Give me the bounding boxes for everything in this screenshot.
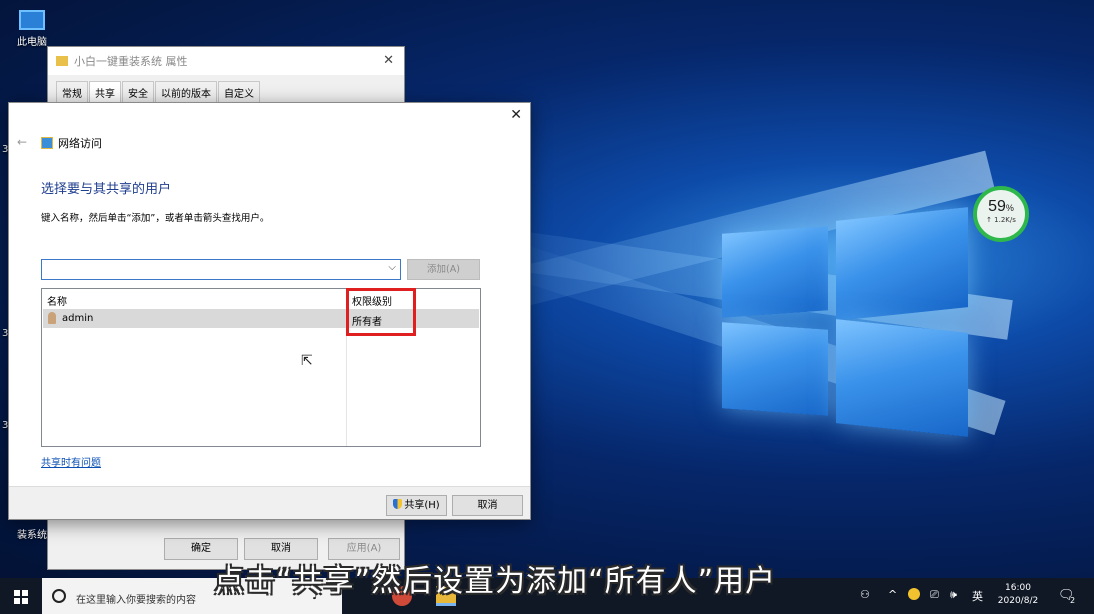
people-icon[interactable]: ⚇ — [860, 588, 870, 601]
dialog-title-text: 网络访问 — [58, 137, 102, 150]
cancel-button[interactable]: 取消 — [452, 495, 523, 516]
network-icon[interactable]: ⎚ — [930, 588, 939, 602]
properties-titlebar: 小白一键重装系统 属性 ✕ — [48, 47, 404, 75]
mouse-cursor-icon: ⇱ — [301, 353, 313, 369]
computer-icon — [19, 10, 45, 30]
windows-logo-pane-tr — [836, 207, 968, 321]
tab-general[interactable]: 常规 — [56, 81, 88, 103]
shield-icon — [393, 499, 403, 509]
back-arrow-icon[interactable]: ← — [17, 135, 27, 149]
column-header-name[interactable]: 名称 — [47, 293, 67, 308]
user-name-input[interactable] — [42, 260, 372, 279]
ime-indicator[interactable]: 英 — [972, 588, 983, 604]
desktop-icon-label: 装系统 — [17, 530, 47, 541]
notification-count: 2 — [1070, 596, 1076, 605]
folder-icon — [56, 56, 68, 66]
user-name: admin — [62, 313, 94, 324]
user-icon — [48, 312, 56, 324]
dialog-title: 网络访问 — [41, 135, 102, 151]
windows-logo-pane-tl — [722, 226, 828, 318]
highlight-box — [346, 288, 416, 336]
tab-sharing[interactable]: 共享 — [89, 81, 121, 103]
taskbar-clock[interactable]: 16:00 2020/8/2 — [994, 582, 1042, 608]
search-placeholder: 在这里输入你要搜索的内容 — [76, 595, 196, 606]
cortana-icon[interactable] — [52, 589, 66, 603]
close-icon[interactable]: ✕ — [383, 53, 394, 68]
desktop-icon-label: 此电脑 — [17, 37, 47, 48]
tab-security[interactable]: 安全 — [122, 81, 154, 103]
tab-customize[interactable]: 自定义 — [218, 81, 260, 103]
tab-previous-versions[interactable]: 以前的版本 — [155, 81, 217, 103]
network-access-dialog: ✕ ← 网络访问 选择要与其共享的用户 键入名称，然后单击“添加”，或者单击箭头… — [8, 102, 531, 520]
network-speed-widget[interactable]: 59% ↑ 1.2K/s — [973, 186, 1029, 242]
share-button-label: 共享(H) — [404, 500, 440, 511]
network-share-icon — [41, 137, 53, 149]
desktop-icon-install[interactable]: 装系统 — [14, 526, 50, 541]
sharing-help-link[interactable]: 共享时有问题 — [41, 454, 101, 469]
add-button[interactable]: 添加(A) — [407, 259, 480, 280]
speed-percent: 59% — [988, 198, 1014, 215]
windows-logo-pane-br — [836, 319, 968, 437]
dialog-footer: 共享(H) 取消 — [9, 486, 530, 519]
share-button[interactable]: 共享(H) — [386, 495, 447, 516]
desktop-icon-this-pc[interactable]: 此电脑 — [12, 10, 52, 48]
volume-icon[interactable]: 🕪 — [950, 588, 957, 602]
properties-title: 小白一键重装系统 属性 — [74, 55, 188, 68]
windows-logo-pane-bl — [722, 322, 828, 416]
app-tray-icon[interactable] — [908, 588, 920, 600]
close-icon[interactable]: ✕ — [510, 107, 522, 123]
dialog-instruction: 键入名称，然后单击“添加”，或者单击箭头查找用户。 — [41, 213, 270, 224]
windows-start-icon[interactable] — [14, 590, 28, 604]
dialog-heading: 选择要与其共享的用户 — [41, 182, 172, 197]
chevron-down-icon[interactable]: ⌵ — [388, 262, 396, 273]
video-subtitle: 点击“共享”然后设置为添加“所有人”用户 — [214, 564, 777, 599]
upload-rate: ↑ 1.2K/s — [986, 216, 1016, 224]
clock-time: 16:00 — [1005, 583, 1031, 593]
user-name-combobox[interactable]: ⌵ — [41, 259, 401, 280]
show-hidden-icons[interactable]: ^ — [888, 588, 897, 601]
clock-date: 2020/8/2 — [997, 596, 1039, 606]
properties-tabs: 常规 共享 安全 以前的版本 自定义 — [56, 81, 261, 103]
